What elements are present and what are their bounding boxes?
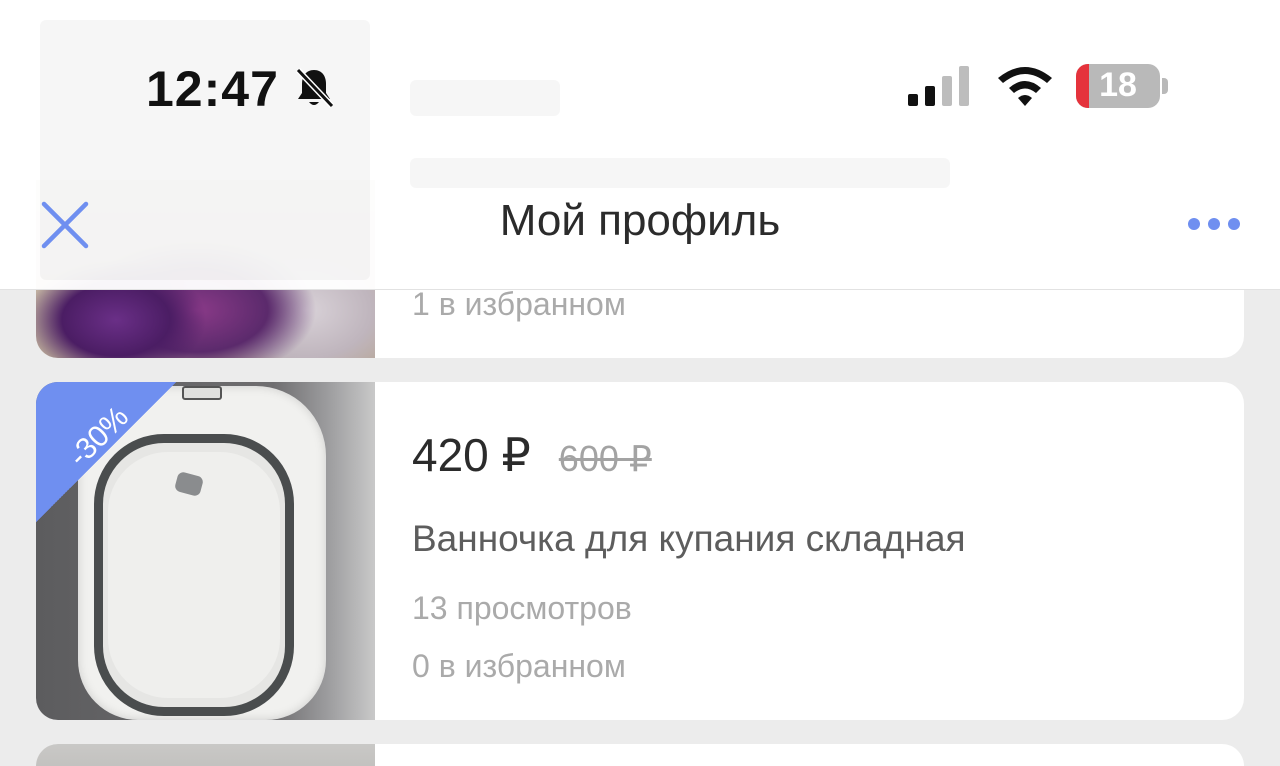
battery-level: 18 [1099, 66, 1137, 104]
battery-icon: 18 [1076, 64, 1160, 108]
blurred-background [410, 80, 560, 116]
top-bar: 12:47 18 Мой профиль [0, 0, 1280, 290]
listing-title[interactable]: Ванночка для купания складная [412, 518, 966, 560]
listing-photo: -30% [36, 382, 375, 720]
wifi-icon [998, 67, 1052, 106]
cellular-signal-icon [908, 66, 969, 106]
more-dots-icon [1228, 218, 1240, 230]
blurred-background [410, 158, 950, 188]
favorites-count: 0 в избранном [412, 648, 626, 684]
old-price: 600 ₽ [558, 438, 652, 479]
page-title: Мой профиль [499, 196, 781, 245]
listing-card[interactable] [36, 744, 1244, 766]
status-time: 12:47 [146, 61, 279, 117]
listing-photo [36, 744, 375, 766]
bell-slash-icon [295, 67, 335, 109]
tub-tag [182, 386, 222, 400]
favorites-count: 1 в избранном [412, 286, 626, 322]
listing-card[interactable]: -30% 420 ₽ 600 ₽ Ванночка для купания ск… [36, 382, 1244, 720]
views-count: 13 просмотров [412, 590, 632, 626]
battery-tip [1162, 78, 1168, 94]
listing-info: 420 ₽ 600 ₽ Ванночка для купания складна… [412, 382, 1244, 720]
more-dots-icon [1208, 218, 1220, 230]
price-row: 420 ₽ 600 ₽ [412, 428, 652, 482]
more-options-button[interactable] [1180, 206, 1248, 242]
price: 420 ₽ [412, 429, 531, 481]
more-dots-icon [1188, 218, 1200, 230]
